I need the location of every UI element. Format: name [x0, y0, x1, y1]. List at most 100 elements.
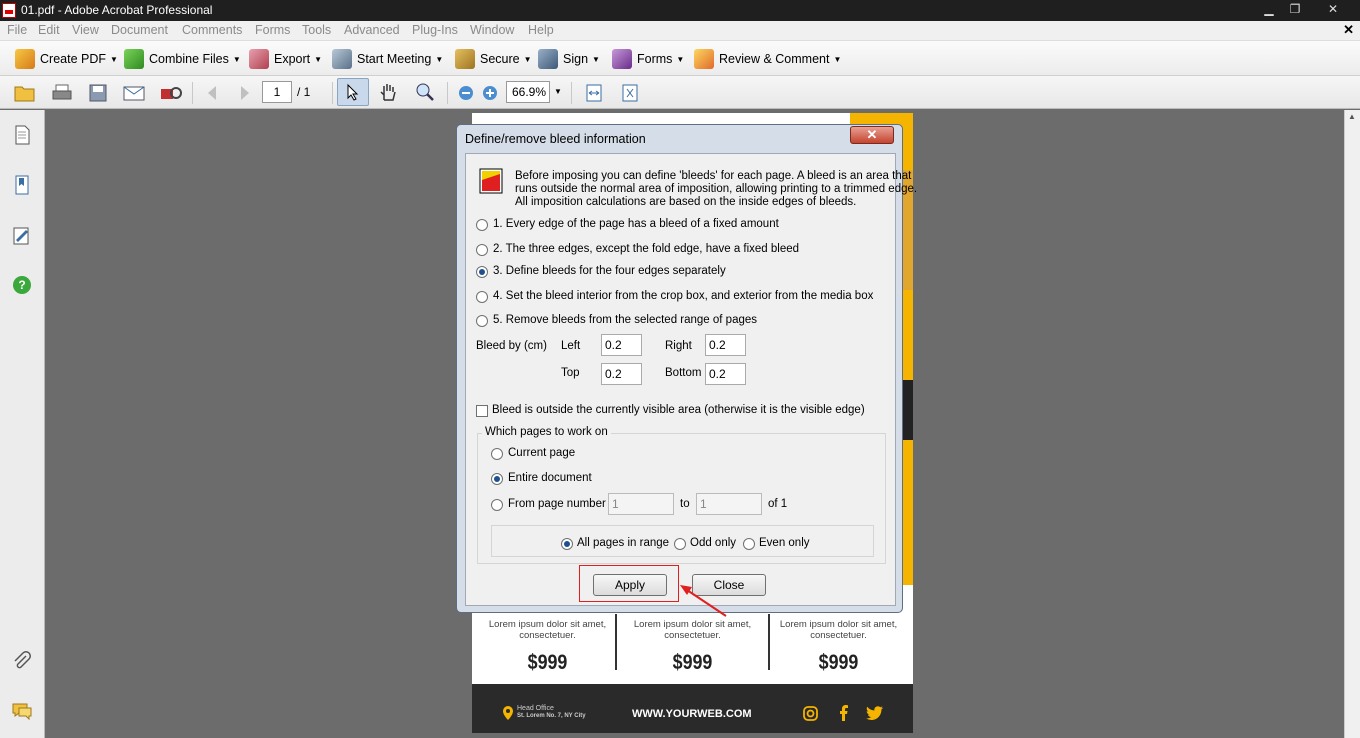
twitter-icon: [866, 706, 883, 720]
open-folder-icon[interactable]: [14, 83, 36, 103]
zoom-out-icon[interactable]: [455, 83, 477, 103]
left-label: Left: [561, 340, 581, 352]
price-column: Lorem ipsum dolor sit amet, consectetuer…: [619, 612, 766, 675]
window-titlebar: 01.pdf - Adobe Acrobat Professional ▁ ❐ …: [0, 0, 1360, 21]
left-bleed-input[interactable]: 0.2: [601, 334, 642, 356]
menu-edit[interactable]: Edit: [38, 23, 60, 37]
lock-icon: [455, 49, 475, 69]
menu-document[interactable]: Document: [111, 23, 168, 37]
all-pages-label[interactable]: All pages in range: [577, 537, 669, 549]
bookmarks-icon[interactable]: [11, 174, 33, 196]
menu-tools[interactable]: Tools: [302, 23, 331, 37]
to-page-input[interactable]: 1: [696, 493, 762, 515]
bottom-bleed-input[interactable]: 0.2: [705, 363, 746, 385]
menu-forms[interactable]: Forms: [255, 23, 290, 37]
email-icon[interactable]: [123, 83, 145, 103]
browser-icon[interactable]: [160, 83, 182, 103]
minimize-button[interactable]: ▁: [1256, 0, 1282, 18]
from-page-radio[interactable]: [491, 499, 503, 511]
vertical-scrollbar[interactable]: ▲: [1344, 110, 1360, 738]
restore-button[interactable]: ❐: [1282, 0, 1308, 18]
print-icon[interactable]: [51, 83, 73, 103]
price-column: Lorem ipsum dolor sit amet, consectetuer…: [765, 612, 912, 675]
zoom-level-input[interactable]: 66.9%: [506, 81, 550, 103]
menu-window[interactable]: Window: [470, 23, 514, 37]
pages-icon[interactable]: [11, 124, 33, 146]
zoom-dropdown-chevron-icon[interactable]: ▼: [554, 87, 562, 96]
review-comment-button[interactable]: Review & Comment ▼: [694, 48, 841, 70]
next-page-icon[interactable]: [233, 83, 255, 103]
head-office-label: Head Office: [517, 705, 554, 712]
window-title: 01.pdf - Adobe Acrobat Professional: [21, 3, 213, 17]
comments-icon[interactable]: [11, 700, 33, 722]
price-column: Lorem ipsum dolor sit amet, consectetuer…: [474, 612, 621, 675]
menu-file[interactable]: File: [7, 23, 27, 37]
combine-files-button[interactable]: Combine Files ▼: [124, 48, 241, 70]
option-3-label[interactable]: 3. Define bleeds for the four edges sepa…: [493, 265, 726, 277]
dialog-close-icon[interactable]: ✕: [850, 126, 894, 144]
select-tool-button[interactable]: [337, 78, 369, 106]
menu-comments[interactable]: Comments: [182, 23, 242, 37]
export-button[interactable]: Export ▼: [249, 48, 322, 70]
right-bleed-input[interactable]: 0.2: [705, 334, 746, 356]
option-5-radio[interactable]: [476, 315, 488, 327]
sign-button[interactable]: Sign ▼: [538, 48, 600, 70]
instagram-icon: [803, 706, 818, 721]
option-2-label[interactable]: 2. The three edges, except the fold edge…: [493, 243, 799, 255]
fit-page-icon[interactable]: [619, 83, 641, 103]
chevron-down-icon: ▼: [314, 54, 323, 64]
previous-page-icon[interactable]: [202, 83, 224, 103]
outside-area-label[interactable]: Bleed is outside the currently visible a…: [492, 404, 865, 416]
create-pdf-button[interactable]: Create PDF ▼: [15, 48, 118, 70]
chevron-down-icon: ▼: [435, 54, 444, 64]
option-1-radio[interactable]: [476, 219, 488, 231]
combine-files-icon: [124, 49, 144, 69]
page-number-input[interactable]: 1: [262, 81, 292, 103]
option-4-label[interactable]: 4. Set the bleed interior from the crop …: [493, 290, 873, 302]
apply-button[interactable]: Apply: [593, 574, 667, 596]
all-pages-radio[interactable]: [561, 538, 573, 550]
signatures-icon[interactable]: [11, 224, 33, 246]
top-bleed-input[interactable]: 0.2: [601, 363, 642, 385]
website-text: WWW.YOURWEB.COM: [632, 708, 752, 720]
from-page-label[interactable]: From page number: [508, 498, 606, 510]
menu-advanced[interactable]: Advanced: [344, 23, 400, 37]
entire-document-label[interactable]: Entire document: [508, 472, 592, 484]
annotation-arrow-icon: [680, 585, 727, 617]
option-3-radio[interactable]: [476, 266, 488, 278]
odd-only-radio[interactable]: [674, 538, 686, 550]
location-pin-icon: [503, 706, 513, 720]
scroll-up-icon[interactable]: ▲: [1348, 112, 1356, 121]
price-divider: [768, 614, 770, 670]
even-only-label[interactable]: Even only: [759, 537, 810, 549]
price-description: Lorem ipsum dolor sit amet, consectetuer…: [488, 619, 607, 641]
window-close-button[interactable]: ✕: [1310, 0, 1356, 18]
odd-only-label[interactable]: Odd only: [690, 537, 736, 549]
help-icon[interactable]: ?: [11, 274, 33, 296]
outside-area-checkbox[interactable]: [476, 405, 488, 417]
from-page-input[interactable]: 1: [608, 493, 674, 515]
fit-width-icon[interactable]: [583, 83, 605, 103]
right-label: Right: [665, 340, 692, 352]
menu-help[interactable]: Help: [528, 23, 554, 37]
entire-document-radio[interactable]: [491, 473, 503, 485]
menu-view[interactable]: View: [72, 23, 99, 37]
current-page-radio[interactable]: [491, 448, 503, 460]
menu-plugins[interactable]: Plug-Ins: [412, 23, 458, 37]
attachments-paperclip-icon[interactable]: [11, 650, 33, 672]
zoom-tool-icon[interactable]: [414, 82, 436, 102]
start-meeting-button[interactable]: Start Meeting ▼: [332, 48, 443, 70]
hand-tool-icon[interactable]: [378, 82, 400, 102]
save-icon[interactable]: [87, 83, 109, 103]
option-1-label[interactable]: 1. Every edge of the page has a bleed of…: [493, 218, 779, 230]
option-4-radio[interactable]: [476, 291, 488, 303]
document-close-icon[interactable]: ✕: [1343, 22, 1354, 38]
select-cursor-icon: [347, 83, 359, 101]
option-5-label[interactable]: 5. Remove bleeds from the selected range…: [493, 314, 757, 326]
option-2-radio[interactable]: [476, 244, 488, 256]
even-only-radio[interactable]: [743, 538, 755, 550]
current-page-label[interactable]: Current page: [508, 447, 575, 459]
forms-button[interactable]: Forms ▼: [612, 48, 684, 70]
zoom-in-icon[interactable]: [479, 83, 501, 103]
secure-button[interactable]: Secure ▼: [455, 48, 532, 70]
